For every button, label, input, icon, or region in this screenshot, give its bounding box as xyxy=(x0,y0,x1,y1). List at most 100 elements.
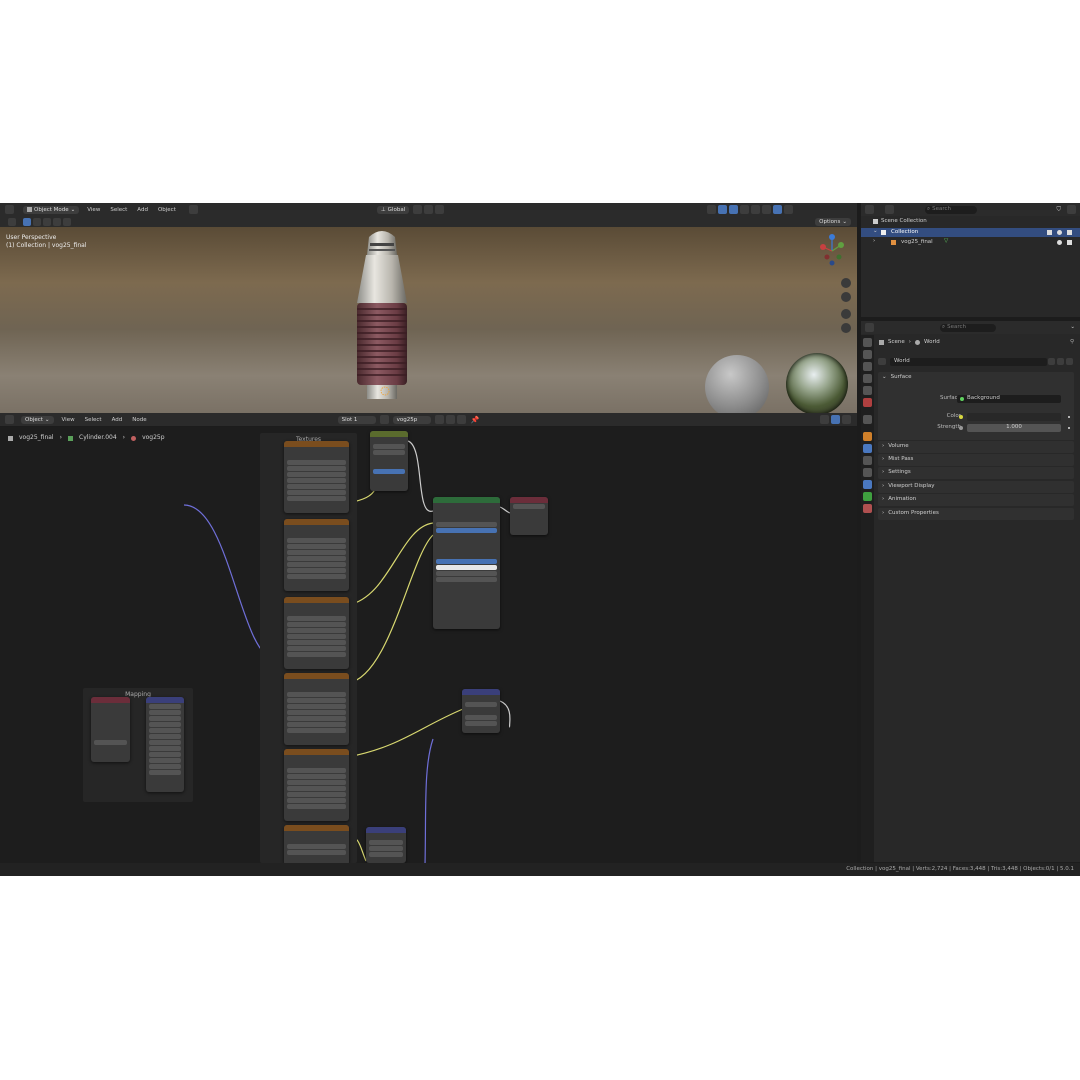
camera-icon[interactable] xyxy=(1067,240,1072,245)
zoom-icon[interactable] xyxy=(841,278,851,288)
select-extend-icon[interactable] xyxy=(33,217,41,226)
modifier-tab-icon[interactable] xyxy=(863,444,872,453)
material-name-field[interactable]: vog25p xyxy=(392,415,431,424)
sidebar-toggle-icon[interactable] xyxy=(831,415,840,424)
editor-type-icon[interactable] xyxy=(865,205,874,214)
render-tab-icon[interactable] xyxy=(863,350,872,359)
outliner-search-field[interactable]: ⌕ Search xyxy=(925,205,977,214)
ortho-toggle-icon[interactable] xyxy=(841,323,851,333)
snapping-icon[interactable] xyxy=(424,205,434,214)
pin-icon[interactable]: 📌 xyxy=(471,416,480,424)
eye-icon[interactable] xyxy=(1057,240,1062,245)
outliner-row-collection[interactable]: ⌄ Collection xyxy=(861,228,1080,237)
displacement-node[interactable] xyxy=(462,689,500,733)
fake-user-icon[interactable] xyxy=(1048,358,1055,365)
pivot-icon[interactable] xyxy=(413,205,423,214)
node-editor[interactable]: vog25_final › Cylinder.004 › vog25p Mapp… xyxy=(0,427,857,863)
gizmo-icon[interactable] xyxy=(718,205,728,214)
snap-icon[interactable] xyxy=(188,205,198,214)
fake-user-icon[interactable] xyxy=(434,415,444,424)
image-texture-node-metallic[interactable] xyxy=(284,597,349,669)
material-slot-dropdown[interactable]: Slot 1 xyxy=(337,415,376,424)
eye-icon[interactable] xyxy=(1057,230,1062,235)
options-dropdown[interactable]: Options ⌄ xyxy=(815,217,851,226)
snapping-icon[interactable] xyxy=(842,415,851,424)
particles-tab-icon[interactable] xyxy=(863,456,872,465)
node-menu-node[interactable]: Node xyxy=(132,417,146,423)
display-mode-icon[interactable] xyxy=(885,205,894,214)
data-tab-icon[interactable] xyxy=(863,492,872,501)
select-invert-icon[interactable] xyxy=(53,217,61,226)
duplicate-material-icon[interactable] xyxy=(445,415,455,424)
image-texture-node-normal[interactable] xyxy=(284,825,349,863)
outliner-row-object[interactable]: › vog25_final ▽ xyxy=(861,238,1080,247)
tool-tab-icon[interactable] xyxy=(863,338,872,347)
link-dot-icon[interactable] xyxy=(1068,416,1070,418)
custom-properties-panel-header[interactable]: › Custom Properties xyxy=(878,508,1074,520)
normal-map-node[interactable] xyxy=(366,827,406,863)
surface-shader-field[interactable]: Background xyxy=(957,395,1061,403)
world-tab-icon[interactable] xyxy=(863,398,872,407)
select-subtract-icon[interactable] xyxy=(43,217,51,226)
filter-icon[interactable]: ⛉ xyxy=(1056,206,1061,213)
link-dot-icon[interactable] xyxy=(1068,427,1070,429)
outliner-row-scene-collection[interactable]: Scene Collection xyxy=(873,218,927,225)
editor-type-icon[interactable] xyxy=(865,323,874,332)
shading-solid-icon[interactable] xyxy=(762,205,772,214)
chevron-down-icon[interactable]: ⌄ xyxy=(873,228,878,235)
node-menu-view[interactable]: View xyxy=(62,417,75,423)
transform-orientation-dropdown[interactable]: ⊥ Global xyxy=(376,205,410,214)
texture-coordinate-node[interactable] xyxy=(91,697,130,762)
image-texture-node-roughness[interactable] xyxy=(284,673,349,745)
image-texture-node-base-color[interactable] xyxy=(284,519,349,591)
material-output-node[interactable] xyxy=(510,497,548,535)
properties-search-field[interactable]: ⌕ Search xyxy=(940,323,996,332)
volume-panel-header[interactable]: › Volume xyxy=(878,441,1074,453)
node-menu-add[interactable]: Add xyxy=(112,417,123,423)
select-intersect-icon[interactable] xyxy=(63,217,71,226)
physics-tab-icon[interactable] xyxy=(863,468,872,477)
camera-view-icon[interactable] xyxy=(841,309,851,319)
collection-tab-icon[interactable] xyxy=(863,415,872,424)
chevron-down-icon[interactable]: ⌄ xyxy=(1070,324,1075,331)
mix-node[interactable] xyxy=(370,431,408,491)
chevron-right-icon[interactable]: › xyxy=(873,238,875,245)
shading-wireframe-icon[interactable] xyxy=(751,205,761,214)
proportional-edit-icon[interactable] xyxy=(435,205,445,214)
editor-type-icon[interactable] xyxy=(5,415,14,424)
unlink-icon[interactable] xyxy=(1066,358,1073,365)
checkbox-icon[interactable] xyxy=(1047,230,1052,235)
overlay-icon[interactable] xyxy=(820,415,829,424)
node-menu-select[interactable]: Select xyxy=(85,417,102,423)
menu-object[interactable]: Object xyxy=(158,207,176,213)
select-box-icon[interactable] xyxy=(23,217,31,226)
mode-dropdown[interactable]: Object Mode ⌄ xyxy=(23,205,80,214)
constraints-tab-icon[interactable] xyxy=(863,480,872,489)
navigation-gizmo[interactable] xyxy=(815,231,851,271)
menu-select[interactable]: Select xyxy=(110,207,127,213)
world-name-field[interactable]: World xyxy=(890,357,1047,366)
editor-type-icon[interactable] xyxy=(5,205,14,214)
menu-add[interactable]: Add xyxy=(137,207,148,213)
strength-field[interactable]: 1.000 xyxy=(967,424,1061,432)
view-layer-tab-icon[interactable] xyxy=(863,374,872,383)
mist-pass-panel-header[interactable]: › Mist Pass xyxy=(878,454,1074,466)
shader-type-dropdown[interactable]: Object ⌄ xyxy=(21,415,54,424)
overlay-icon[interactable] xyxy=(729,205,739,214)
camera-icon[interactable] xyxy=(1067,230,1072,235)
grenade-model[interactable] xyxy=(347,227,417,405)
image-texture-node-displacement[interactable] xyxy=(284,749,349,821)
shading-material-icon[interactable] xyxy=(773,205,783,214)
viewport-display-panel-header[interactable]: › Viewport Display xyxy=(878,481,1074,493)
material-tab-icon[interactable] xyxy=(863,504,872,513)
visibility-icon[interactable] xyxy=(707,205,717,214)
3d-viewport[interactable]: User Perspective (1) Collection | vog25_… xyxy=(0,227,857,413)
surface-panel-header[interactable]: ⌄ Surface xyxy=(878,372,1074,384)
world-browse-icon[interactable] xyxy=(878,358,886,365)
shading-rendered-icon[interactable] xyxy=(784,205,794,214)
duplicate-icon[interactable] xyxy=(1057,358,1064,365)
mapping-node[interactable] xyxy=(146,697,184,792)
object-tab-icon[interactable] xyxy=(863,432,872,441)
xray-icon[interactable] xyxy=(740,205,750,214)
unlink-material-icon[interactable] xyxy=(456,415,466,424)
